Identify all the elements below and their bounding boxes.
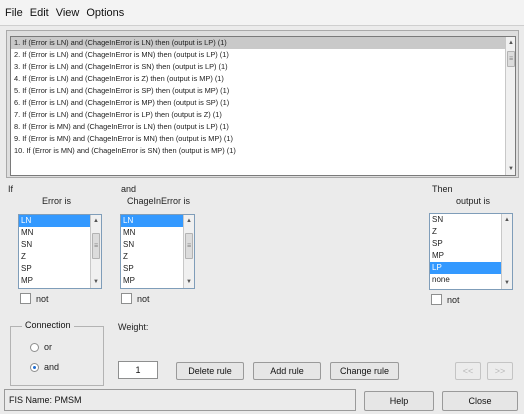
rule-list[interactable]: 1. If (Error is LN) and (ChageInError is… xyxy=(10,36,516,176)
weight-label: Weight: xyxy=(118,322,149,332)
error-list-scrollbar[interactable]: ▲ ▼ xyxy=(90,215,101,288)
and-connection-label: and xyxy=(44,362,60,372)
menu-file[interactable]: File xyxy=(2,7,26,19)
list-item[interactable]: SP xyxy=(19,263,101,275)
error-not-label: not xyxy=(36,294,49,304)
error-label: Error is xyxy=(42,196,71,206)
and-radio[interactable] xyxy=(30,363,39,372)
list-item[interactable]: SP xyxy=(430,238,512,250)
scroll-up-arrow-icon[interactable]: ▲ xyxy=(506,37,515,49)
list-item[interactable]: Z xyxy=(430,226,512,238)
change-in-error-listbox[interactable]: LN MN SN Z SP MP ▲ ▼ xyxy=(120,214,195,289)
list-item[interactable]: LN xyxy=(19,215,101,227)
scroll-thumb[interactable] xyxy=(507,51,515,67)
rule-row[interactable]: 7. If (Error is LN) and (ChageInError is… xyxy=(11,109,515,121)
list-item[interactable]: SN xyxy=(430,214,512,226)
rule-row[interactable]: 10. If (Error is MN) and (ChageInError i… xyxy=(11,145,515,157)
scroll-up-arrow-icon[interactable]: ▲ xyxy=(502,214,512,226)
list-item[interactable]: none xyxy=(430,274,512,286)
or-radio[interactable] xyxy=(30,343,39,352)
list-item[interactable]: LP xyxy=(430,262,512,274)
or-label: or xyxy=(44,342,53,352)
help-button[interactable]: Help xyxy=(364,391,434,411)
then-label: Then xyxy=(432,184,453,194)
scroll-up-arrow-icon[interactable]: ▲ xyxy=(91,215,101,227)
rule-row[interactable]: 5. If (Error is LN) and (ChageInError is… xyxy=(11,85,515,97)
rule-row[interactable]: 4. If (Error is LN) and (ChageInError is… xyxy=(11,73,515,85)
rule-list-scrollbar[interactable]: ▲ ▼ xyxy=(505,37,515,175)
previous-rule-button[interactable]: << xyxy=(455,362,481,380)
list-item[interactable]: MN xyxy=(19,227,101,239)
error-listbox[interactable]: LN MN SN Z SP MP ▲ ▼ xyxy=(18,214,102,289)
rule-row[interactable]: 3. If (Error is LN) and (ChageInError is… xyxy=(11,61,515,73)
scroll-up-arrow-icon[interactable]: ▲ xyxy=(184,215,194,227)
change-not-label: not xyxy=(137,294,150,304)
if-label: If xyxy=(8,184,14,194)
change-list-scrollbar[interactable]: ▲ ▼ xyxy=(183,215,194,288)
scroll-down-arrow-icon[interactable]: ▼ xyxy=(184,276,194,288)
rule-row[interactable]: 2. If (Error is LN) and (ChageInError is… xyxy=(11,49,515,61)
output-label: output is xyxy=(456,196,491,206)
weight-input[interactable]: 1 xyxy=(118,361,158,379)
scroll-down-arrow-icon[interactable]: ▼ xyxy=(502,277,512,289)
next-rule-button[interactable]: >> xyxy=(487,362,513,380)
scroll-down-arrow-icon[interactable]: ▼ xyxy=(91,276,101,288)
close-button[interactable]: Close xyxy=(442,391,518,411)
scroll-thumb[interactable] xyxy=(92,233,100,259)
list-item[interactable]: MP xyxy=(19,275,101,287)
output-not-label: not xyxy=(447,295,460,305)
connection-group xyxy=(10,326,104,386)
rule-row[interactable]: 6. If (Error is LN) and (ChageInError is… xyxy=(11,97,515,109)
scroll-thumb[interactable] xyxy=(185,233,193,259)
scroll-down-arrow-icon[interactable]: ▼ xyxy=(506,163,515,175)
output-list-scrollbar[interactable]: ▲ ▼ xyxy=(501,214,512,289)
change-rule-button[interactable]: Change rule xyxy=(330,362,399,380)
rule-row[interactable]: 1. If (Error is LN) and (ChageInError is… xyxy=(11,37,515,49)
list-item[interactable]: MP xyxy=(430,250,512,262)
rule-row[interactable]: 9. If (Error is MN) and (ChageInError is… xyxy=(11,133,515,145)
connection-title: Connection xyxy=(22,320,74,330)
error-not-checkbox[interactable] xyxy=(20,293,31,304)
status-bar: FIS Name: PMSM xyxy=(4,389,356,411)
menu-options[interactable]: Options xyxy=(83,7,127,19)
output-listbox[interactable]: SN Z SP MP LP none ▲ ▼ xyxy=(429,213,513,290)
menu-edit[interactable]: Edit xyxy=(27,7,52,19)
and-label: and xyxy=(121,184,137,194)
change-in-error-label: ChageInError is xyxy=(127,196,191,206)
menu-bar: File Edit View Options xyxy=(0,0,524,26)
rule-row[interactable]: 8. If (Error is MN) and (ChageInError is… xyxy=(11,121,515,133)
menu-view[interactable]: View xyxy=(53,7,83,19)
list-item[interactable]: SN xyxy=(19,239,101,251)
delete-rule-button[interactable]: Delete rule xyxy=(176,362,244,380)
add-rule-button[interactable]: Add rule xyxy=(253,362,321,380)
change-not-checkbox[interactable] xyxy=(121,293,132,304)
list-item[interactable]: Z xyxy=(19,251,101,263)
output-not-checkbox[interactable] xyxy=(431,294,442,305)
